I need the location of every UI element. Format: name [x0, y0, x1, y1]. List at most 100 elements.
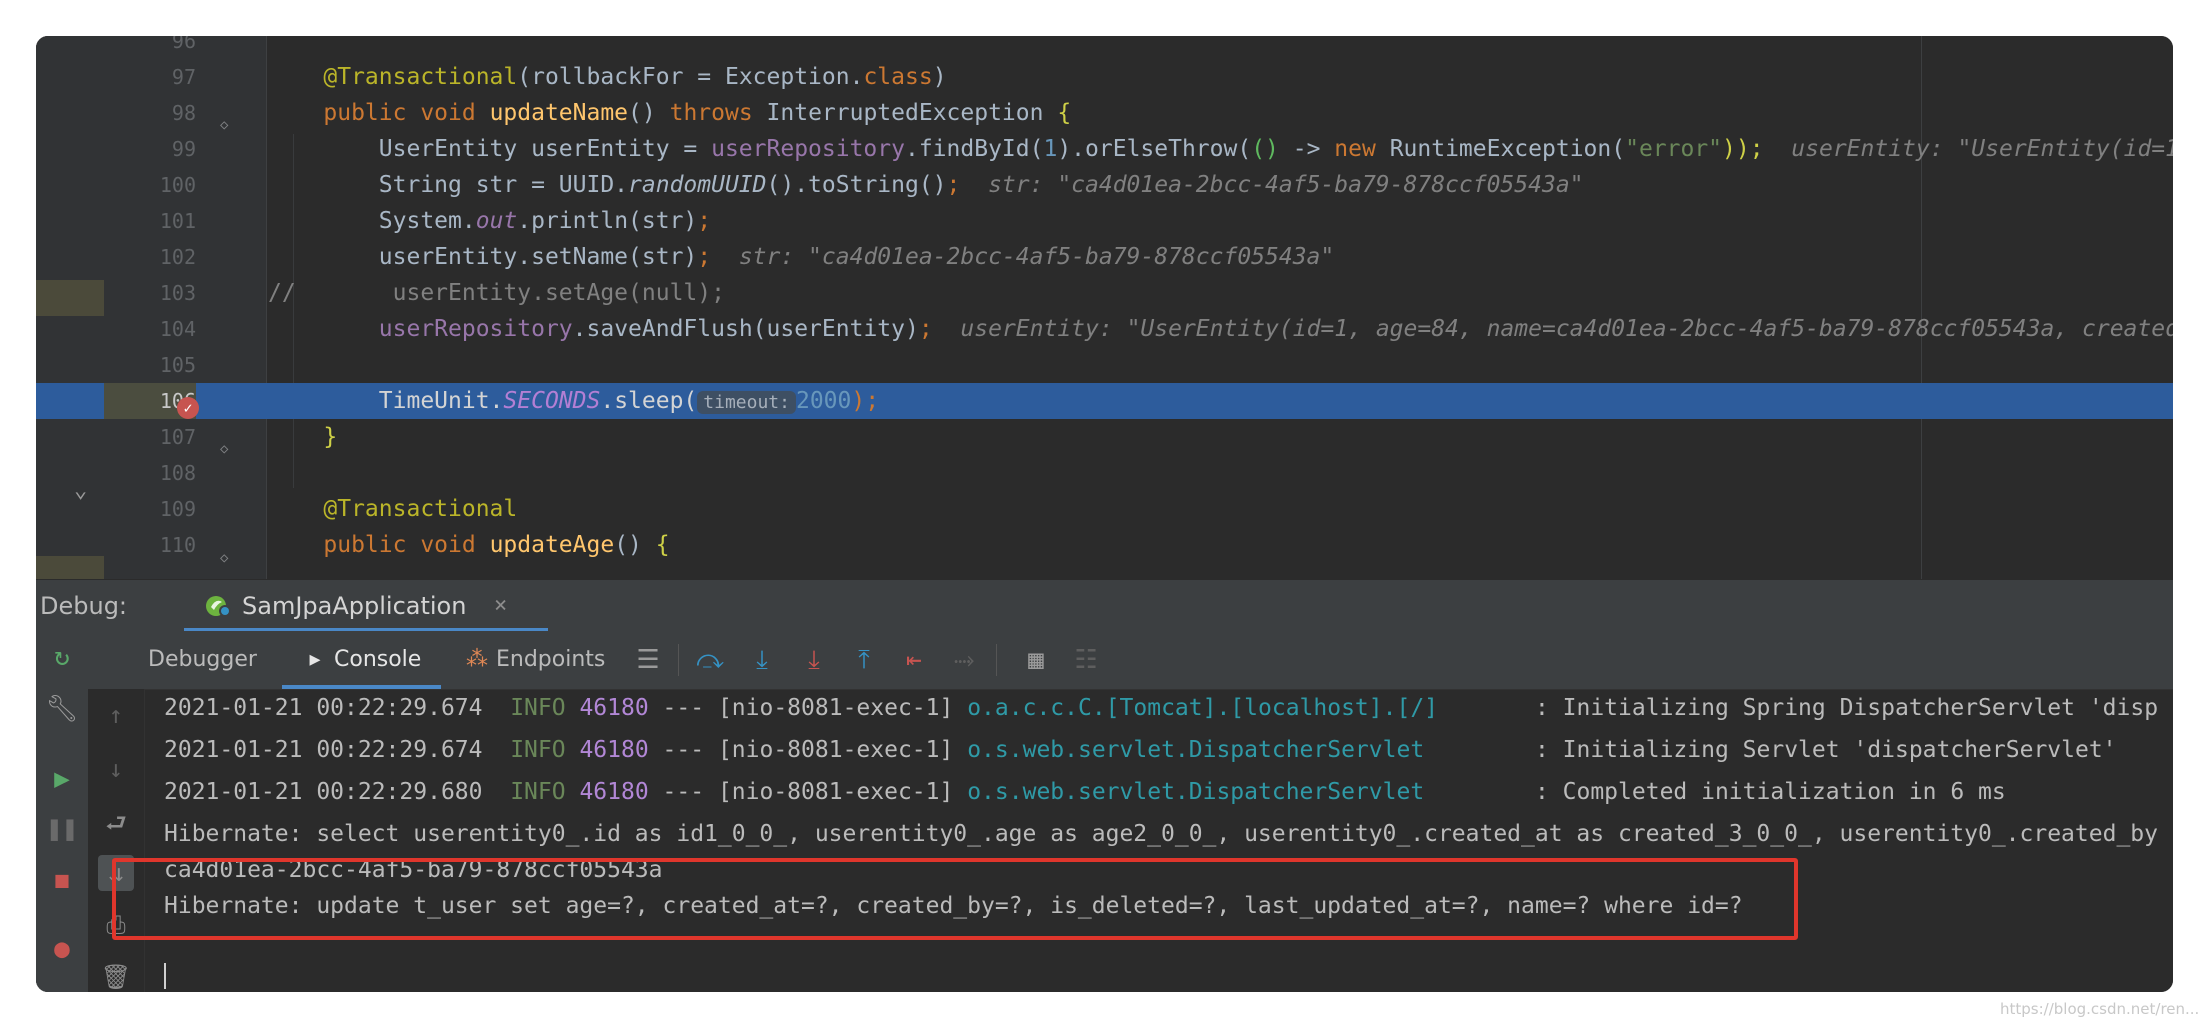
- log-msg: : Initializing Servlet 'dispatcherServle…: [1521, 737, 2117, 763]
- console-icon: ▸: [309, 647, 321, 672]
- code-line[interactable]: 107 }: [36, 419, 2173, 455]
- run-to-cursor-icon[interactable]: ⤑: [946, 642, 982, 678]
- code-text[interactable]: UserEntity userEntity = userRepository.f…: [268, 131, 2173, 167]
- code-line[interactable]: 98 public void updateName() throws Inter…: [36, 95, 2173, 131]
- step-into-icon[interactable]: ⤓: [744, 642, 780, 678]
- hibernate-select-line: Hibernate: select userentity0_.id as id1…: [164, 821, 2158, 847]
- inline-debug-value: str: "ca4d01ea-2bcc-4af5-ba79-878ccf0554…: [960, 172, 1584, 198]
- code-line[interactable]: 96: [36, 36, 2173, 59]
- code-text[interactable]: @Transactional(rollbackFor = Exception.c…: [268, 59, 947, 95]
- log-ts: 2021-01-21 00:22:29.680: [164, 779, 483, 805]
- code-line[interactable]: 101 System.out.println(str);: [36, 203, 2173, 239]
- code-token: ): [932, 64, 947, 90]
- debug-session-tab[interactable]: SamJpaApplication ×: [184, 580, 548, 632]
- chevron-down-icon[interactable]: ⌄: [74, 478, 100, 504]
- line-number[interactable]: 97: [104, 59, 196, 95]
- code-text[interactable]: @Transactional: [268, 491, 517, 527]
- down-arrow-icon[interactable]: ↓: [98, 751, 134, 787]
- line-number[interactable]: 108: [104, 455, 196, 491]
- drop-frame-icon[interactable]: ⇤: [896, 642, 932, 678]
- line-number[interactable]: 96: [104, 36, 196, 59]
- code-token: userRepository: [711, 136, 905, 162]
- breakpoint-icon[interactable]: ✓: [177, 397, 199, 419]
- code-text[interactable]: System.out.println(str);: [268, 203, 711, 239]
- pause-icon[interactable]: ❚❚: [44, 811, 80, 847]
- force-step-into-icon[interactable]: ⤓: [796, 642, 832, 678]
- code-token: // userEntity.setAge(null);: [268, 280, 725, 306]
- toolbar-separator: [996, 644, 997, 676]
- step-out-icon[interactable]: ⤒: [846, 642, 882, 678]
- close-icon[interactable]: ×: [494, 580, 507, 632]
- view-breakpoints-icon[interactable]: ●: [44, 931, 80, 967]
- line-number[interactable]: 110: [104, 527, 196, 563]
- line-number[interactable]: 102: [104, 239, 196, 275]
- wrench-icon[interactable]: 🔧︎: [44, 691, 80, 727]
- code-line[interactable]: 97 @Transactional(rollbackFor = Exceptio…: [36, 59, 2173, 95]
- code-text[interactable]: TimeUnit.SECONDS.sleep(timeout: 2000);: [268, 383, 879, 419]
- code-text[interactable]: }: [268, 419, 337, 455]
- tab-debugger[interactable]: Debugger: [148, 631, 257, 689]
- debug-toolbar: Debugger ▸ Console ⁂ Endpoints ☰ ⤼ ⤓ ⤓ ⤒ ⇤…: [88, 631, 2173, 690]
- evaluate-expression-icon[interactable]: ▦: [1018, 642, 1054, 678]
- line-number[interactable]: 103: [104, 275, 196, 311]
- console-output[interactable]: 2021-01-21 00:22:29.674 INFO 46180 --- […: [144, 689, 2173, 992]
- code-text[interactable]: userEntity.setName(str); str: "ca4d01ea-…: [268, 239, 1334, 275]
- code-line[interactable]: 99 UserEntity userEntity = userRepositor…: [36, 131, 2173, 167]
- inline-debug-value: userEntity: "UserEntity(id=1: [1763, 136, 2173, 162]
- fold-icon[interactable]: ◇: [220, 551, 234, 565]
- up-arrow-icon[interactable]: ↑: [98, 697, 134, 733]
- resume-icon[interactable]: ▶: [44, 761, 80, 797]
- code-line[interactable]: 104 userRepository.saveAndFlush(userEnti…: [36, 311, 2173, 347]
- step-over-icon[interactable]: ⤼: [692, 642, 728, 678]
- trash-icon[interactable]: 🗑︎: [98, 959, 134, 992]
- log-line: 2021-01-21 00:22:29.674 INFO 46180 --- […: [164, 690, 2158, 726]
- code-token: TimeUnit.: [268, 388, 504, 414]
- trace-icon[interactable]: ☷: [1068, 642, 1104, 678]
- code-token: class: [863, 64, 933, 90]
- code-token: );: [851, 388, 880, 414]
- code-line[interactable]: 102 userEntity.setName(str); str: "ca4d0…: [36, 239, 2173, 275]
- code-text[interactable]: public void updateName() throws Interrup…: [268, 95, 1071, 131]
- code-line[interactable]: 108: [36, 455, 2173, 491]
- code-text[interactable]: String str = UUID.randomUUID().toString(…: [268, 167, 1584, 203]
- code-text[interactable]: userRepository.saveAndFlush(userEntity);…: [268, 311, 2173, 347]
- line-number[interactable]: 100: [104, 167, 196, 203]
- fold-icon[interactable]: ◇: [220, 442, 234, 456]
- code-text[interactable]: public void updateAge() {: [268, 527, 669, 563]
- code-line[interactable]: 110 public void updateAge() {: [36, 527, 2173, 563]
- code-line[interactable]: 105: [36, 347, 2173, 383]
- code-line[interactable]: 103 // userEntity.setAge(null);: [36, 275, 2173, 311]
- endpoints-icon: ⁂: [466, 647, 488, 672]
- code-text[interactable]: // userEntity.setAge(null);: [268, 275, 725, 311]
- tab-endpoints[interactable]: ⁂ Endpoints: [464, 631, 605, 689]
- line-number[interactable]: 107: [104, 419, 196, 455]
- threads-menu-icon[interactable]: ☰: [630, 642, 666, 678]
- code-token: ;: [918, 316, 933, 342]
- code-token: @Transactional: [323, 64, 518, 90]
- log-level: INFO: [510, 779, 566, 805]
- code-token: 1: [1043, 136, 1058, 162]
- log-level: INFO: [510, 695, 566, 721]
- code-line[interactable]: 109 @Transactional: [36, 491, 2173, 527]
- code-editor[interactable]: 96 97 @Transactional(rollbackFor = Except…: [36, 36, 2173, 579]
- line-number[interactable]: 105: [104, 347, 196, 383]
- soft-wrap-icon[interactable]: ⮐: [98, 805, 134, 841]
- fold-icon[interactable]: ◇: [220, 118, 234, 132]
- code-line[interactable]: 106 TimeUnit.SECONDS.sleep(timeout:2000)…: [36, 383, 2173, 419]
- line-number[interactable]: 109: [104, 491, 196, 527]
- code-line[interactable]: 100 String str = UUID.randomUUID().toStr…: [36, 167, 2173, 203]
- code-token: }: [323, 424, 338, 450]
- code-token: randomUUID: [628, 172, 767, 198]
- line-number[interactable]: 98: [104, 95, 196, 131]
- stop-icon[interactable]: ■: [44, 863, 80, 899]
- tab-console[interactable]: ▸ Console: [282, 631, 442, 689]
- line-number[interactable]: 99: [104, 131, 196, 167]
- inline-debug-value: userEntity: "UserEntity(id=1, age=84, na…: [932, 316, 2173, 342]
- line-number[interactable]: 104: [104, 311, 196, 347]
- line-number[interactable]: 101: [104, 203, 196, 239]
- code-token: @Transactional: [323, 496, 518, 522]
- rerun-icon[interactable]: ↻: [44, 639, 80, 675]
- log-ts: 2021-01-21 00:22:29.674: [164, 737, 483, 763]
